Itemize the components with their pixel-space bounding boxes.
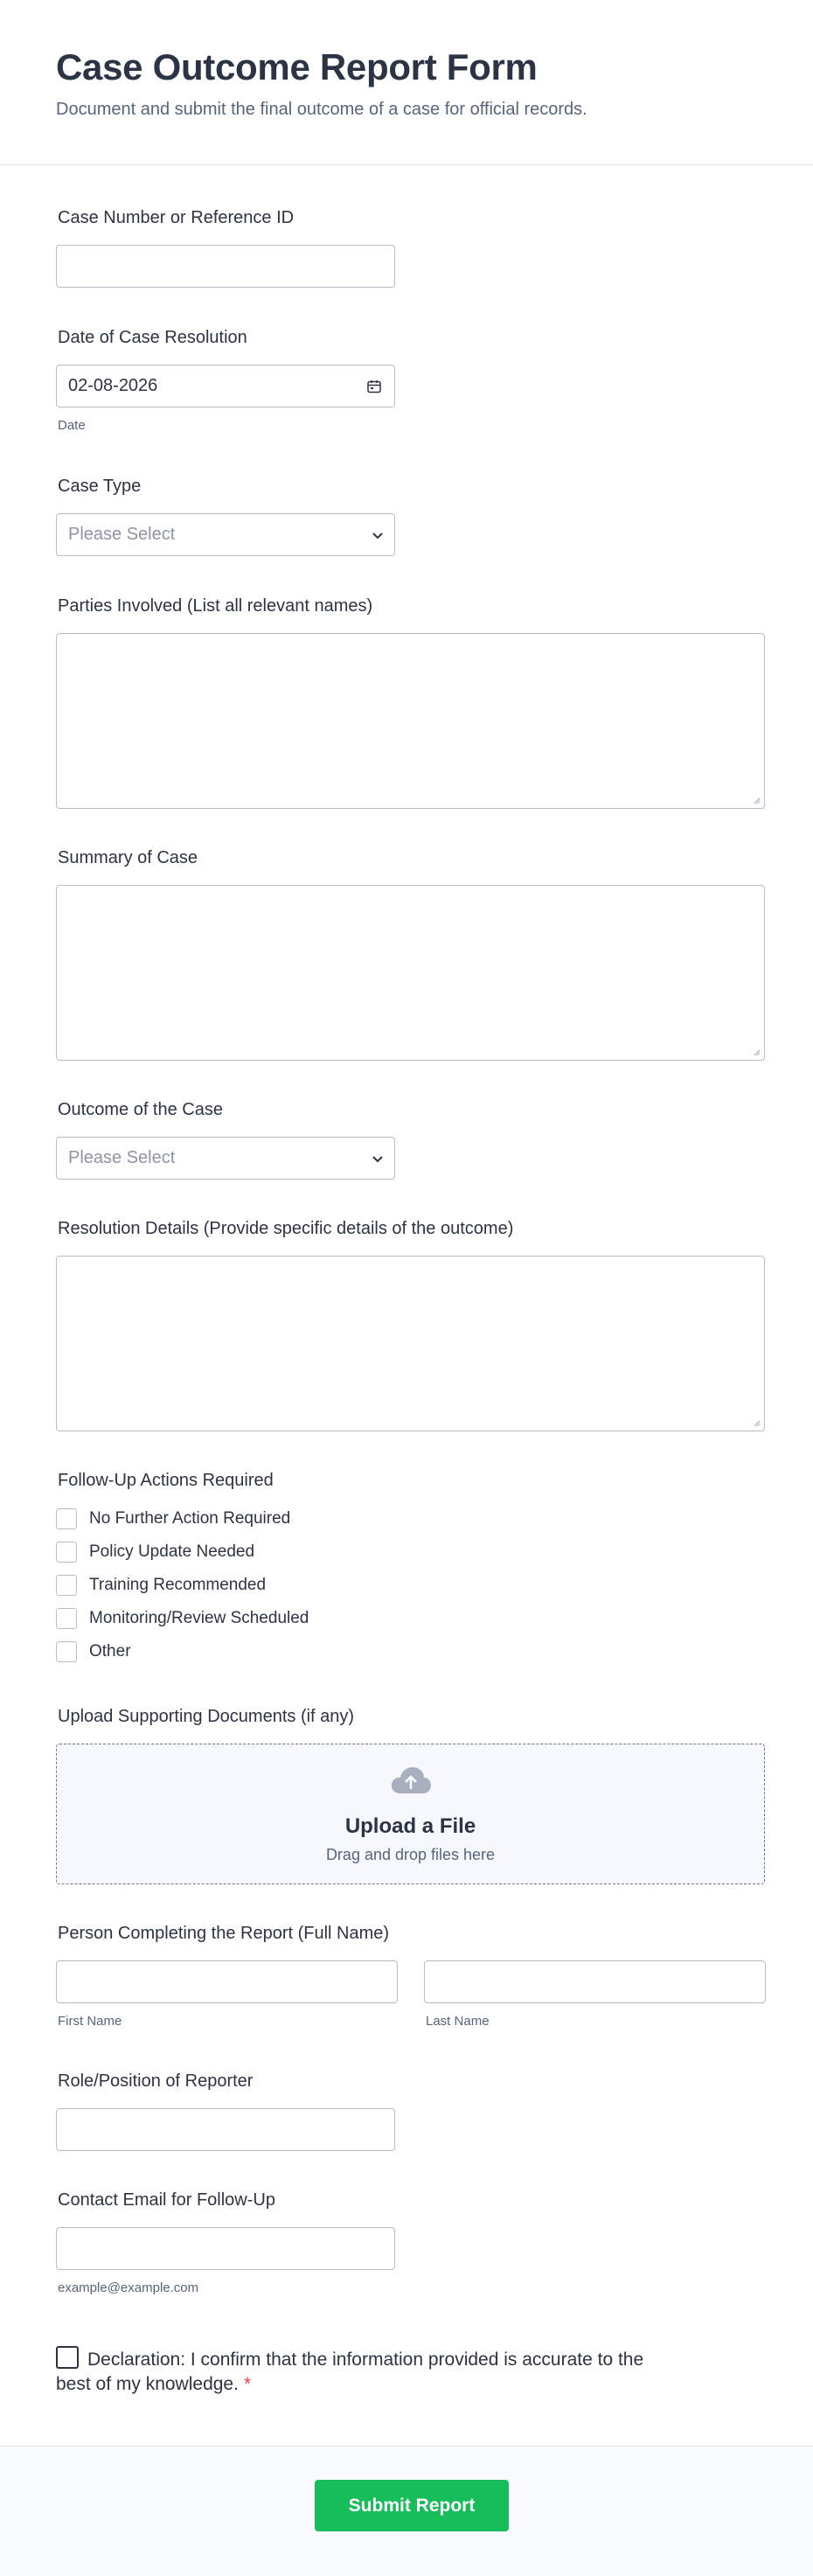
name-row: First Name Last Name xyxy=(56,1960,766,2029)
form-page: Case Outcome Report Form Document and su… xyxy=(0,0,813,2576)
resize-grip-icon[interactable] xyxy=(752,796,761,804)
upload-label: Upload Supporting Documents (if any) xyxy=(58,1707,355,1726)
case-type-placeholder: Please Select xyxy=(68,525,176,544)
email-input[interactable] xyxy=(56,2227,395,2270)
checkbox-label: Monitoring/Review Scheduled xyxy=(89,1609,309,1627)
resolution-date-sublabel: Date xyxy=(58,418,86,433)
chevron-down-icon xyxy=(372,533,383,540)
checkbox[interactable] xyxy=(56,1641,77,1662)
parties-label: Parties Involved (List all relevant name… xyxy=(58,596,373,616)
email-field: Contact Email for Follow-Up example@exam… xyxy=(56,2189,395,2295)
form-subtitle: Document and submit the final outcome of… xyxy=(56,100,587,119)
summary-textarea[interactable] xyxy=(56,885,765,1061)
submit-button[interactable]: Submit Report xyxy=(315,2480,509,2531)
first-name-input[interactable] xyxy=(56,1960,398,2003)
first-name-column: First Name xyxy=(56,1960,398,2029)
checkbox[interactable] xyxy=(56,1575,77,1596)
last-name-sublabel: Last Name xyxy=(426,2014,490,2029)
last-name-column: Last Name xyxy=(424,1960,766,2029)
role-label: Role/Position of Reporter xyxy=(58,2071,254,2091)
calendar-icon[interactable] xyxy=(366,379,382,394)
person-label: Person Completing the Report (Full Name) xyxy=(58,1924,390,1943)
resolution-details-label: Resolution Details (Provide specific det… xyxy=(58,1219,514,1238)
summary-label: Summary of Case xyxy=(58,848,198,867)
resolution-date-input[interactable]: 02-08-2026 xyxy=(56,365,395,407)
email-label: Contact Email for Follow-Up xyxy=(58,2190,275,2210)
upload-title: Upload a File xyxy=(344,1814,476,1838)
required-mark: * xyxy=(243,2374,252,2394)
case-type-label: Case Type xyxy=(58,477,142,496)
outcome-select[interactable]: Please Select xyxy=(56,1137,395,1180)
case-number-label: Case Number or Reference ID xyxy=(58,208,295,227)
chevron-down-icon xyxy=(372,1156,383,1163)
case-type-select[interactable]: Please Select xyxy=(56,513,395,556)
follow-up-options: No Further Action Required Policy Update… xyxy=(56,1502,309,1668)
follow-up-option[interactable]: Monitoring/Review Scheduled xyxy=(56,1602,309,1635)
role-field: Role/Position of Reporter xyxy=(56,2070,395,2151)
resolution-date-value: 02-08-2026 xyxy=(68,376,158,395)
parties-field: Parties Involved (List all relevant name… xyxy=(56,595,765,809)
case-number-input[interactable] xyxy=(56,245,395,288)
case-number-field: Case Number or Reference ID xyxy=(56,206,395,288)
checkbox[interactable] xyxy=(56,1542,77,1563)
parties-textarea[interactable] xyxy=(56,633,765,809)
resize-grip-icon[interactable] xyxy=(752,1048,761,1056)
role-input[interactable] xyxy=(56,2108,395,2151)
declaration: Declaration: I confirm that the informat… xyxy=(56,2346,668,2397)
resize-grip-icon[interactable] xyxy=(752,1418,761,1427)
follow-up-option[interactable]: No Further Action Required xyxy=(56,1502,309,1535)
outcome-placeholder: Please Select xyxy=(68,1148,176,1167)
checkbox-label: No Further Action Required xyxy=(89,1509,291,1528)
first-name-sublabel: First Name xyxy=(58,2014,122,2029)
resolution-details-textarea[interactable] xyxy=(56,1256,765,1431)
checkbox-label: Policy Update Needed xyxy=(89,1542,255,1561)
person-field: Person Completing the Report (Full Name)… xyxy=(56,1922,766,2029)
resolution-date-label: Date of Case Resolution xyxy=(58,328,247,347)
form-footer: Submit Report xyxy=(0,2446,813,2576)
checkbox-label: Other xyxy=(89,1642,131,1660)
cloud-upload-icon xyxy=(391,1767,431,1793)
last-name-input[interactable] xyxy=(424,1960,766,2003)
checkbox[interactable] xyxy=(56,1508,77,1529)
form-title: Case Outcome Report Form xyxy=(56,46,538,87)
resolution-date-field: Date of Case Resolution 02-08-2026 Date xyxy=(56,326,395,433)
upload-dropzone[interactable]: Upload a File Drag and drop files here xyxy=(56,1744,765,1884)
follow-up-label: Follow-Up Actions Required xyxy=(58,1471,274,1490)
outcome-label: Outcome of the Case xyxy=(58,1100,223,1119)
outcome-field: Outcome of the Case Please Select xyxy=(56,1098,395,1180)
upload-field: Upload Supporting Documents (if any) Upl… xyxy=(56,1705,765,1884)
upload-subtitle: Drag and drop files here xyxy=(325,1846,496,1863)
resolution-details-field: Resolution Details (Provide specific det… xyxy=(56,1217,765,1431)
email-sublabel: example@example.com xyxy=(58,2280,199,2295)
declaration-text: Declaration: I confirm that the informat… xyxy=(56,2350,644,2394)
follow-up-option[interactable]: Training Recommended xyxy=(56,1569,309,1602)
follow-up-field: Follow-Up Actions Required No Further Ac… xyxy=(56,1469,309,1668)
checkbox[interactable] xyxy=(56,1608,77,1629)
case-type-field: Case Type Please Select xyxy=(56,475,395,556)
declaration-checkbox[interactable] xyxy=(56,2346,79,2369)
summary-field: Summary of Case xyxy=(56,846,765,1061)
checkbox-label: Training Recommended xyxy=(89,1576,267,1594)
form-header: Case Outcome Report Form Document and su… xyxy=(0,0,813,165)
follow-up-option[interactable]: Policy Update Needed xyxy=(56,1535,309,1569)
follow-up-option[interactable]: Other xyxy=(56,1635,309,1668)
